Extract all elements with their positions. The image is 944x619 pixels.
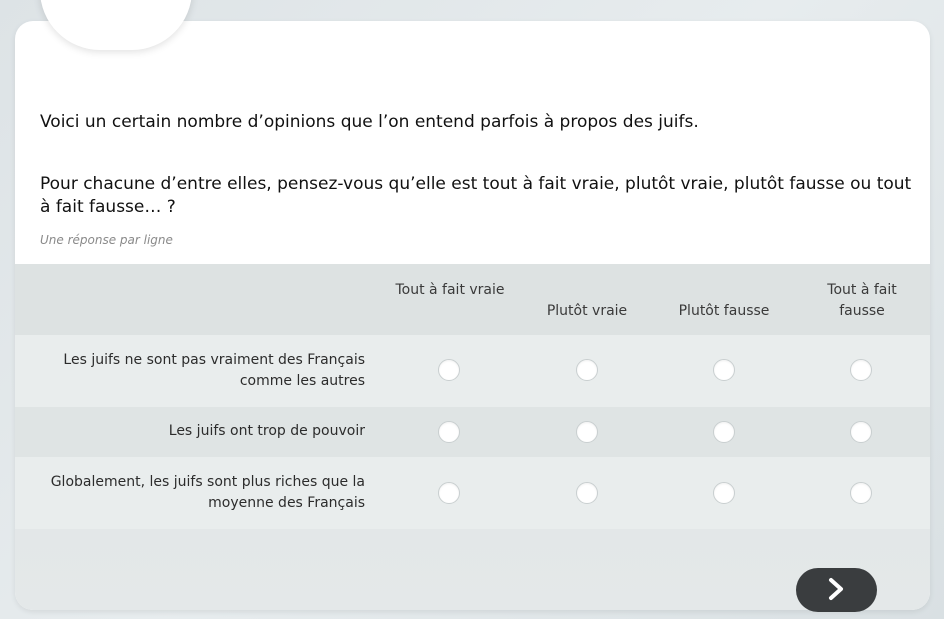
radio-plutot-fausse[interactable] <box>713 482 735 504</box>
chevron-right-icon <box>829 578 843 600</box>
row-label: Les juifs ont trop de pouvoir <box>168 423 365 439</box>
grid-header: Tout à fait vraie Plutôt vraie Plutôt fa… <box>15 264 930 335</box>
radio-tout-a-fait-vraie[interactable] <box>438 421 460 443</box>
column-header: Plutôt vraie <box>546 303 628 319</box>
radio-plutot-vraie[interactable] <box>576 421 598 443</box>
survey-card: Voici un certain nombre d’opinions que l… <box>15 21 930 610</box>
row-label: Les juifs ne sont pas vraiment des Franç… <box>63 352 365 389</box>
radio-tout-a-fait-fausse[interactable] <box>850 421 872 443</box>
radio-plutot-vraie[interactable] <box>576 359 598 381</box>
question-intro: Voici un certain nombre d’opinions que l… <box>40 112 699 132</box>
radio-tout-a-fait-vraie[interactable] <box>438 359 460 381</box>
column-header: Plutôt fausse <box>678 303 770 319</box>
grid-row: Les juifs ne sont pas vraiment des Franç… <box>15 335 930 407</box>
next-button[interactable] <box>796 568 877 612</box>
radio-tout-a-fait-fausse[interactable] <box>850 482 872 504</box>
column-header: Tout à fait vraie <box>395 282 505 298</box>
radio-plutot-fausse[interactable] <box>713 421 735 443</box>
grid-row: Globalement, les juifs sont plus riches … <box>15 457 930 529</box>
question-prompt: Pour chacune d’entre elles, pensez-vous … <box>40 174 912 217</box>
column-header: Tout à fait fausse <box>827 282 897 319</box>
radio-tout-a-fait-fausse[interactable] <box>850 359 872 381</box>
response-grid: Tout à fait vraie Plutôt vraie Plutôt fa… <box>15 264 930 610</box>
radio-plutot-vraie[interactable] <box>576 482 598 504</box>
answer-hint: Une réponse par ligne <box>40 233 173 247</box>
grid-row: Les juifs ont trop de pouvoir <box>15 407 930 457</box>
row-label: Globalement, les juifs sont plus riches … <box>50 474 365 511</box>
radio-plutot-fausse[interactable] <box>713 359 735 381</box>
radio-tout-a-fait-vraie[interactable] <box>438 482 460 504</box>
